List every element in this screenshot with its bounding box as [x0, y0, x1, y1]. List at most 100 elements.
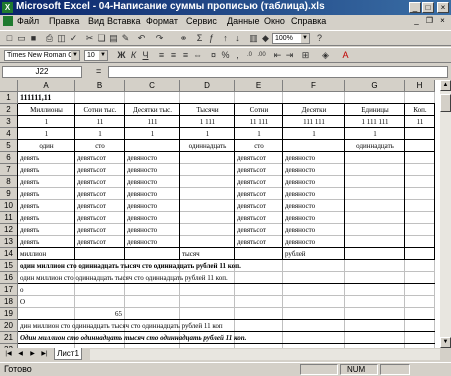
cell-E7[interactable]: девятьсот: [237, 165, 266, 175]
last-sheet-icon[interactable]: ▶|: [40, 350, 49, 359]
row-header-13[interactable]: 13: [0, 236, 18, 248]
cell-A8[interactable]: девять: [20, 177, 39, 187]
column-header-E[interactable]: E: [235, 80, 283, 92]
excel-app-icon[interactable]: X: [2, 2, 13, 13]
redo-icon[interactable]: ↷: [154, 33, 165, 44]
cell-A7[interactable]: девять: [20, 165, 39, 175]
sort-desc-icon[interactable]: ↓: [232, 33, 243, 44]
row-header-10[interactable]: 10: [0, 200, 18, 212]
new-icon[interactable]: □: [4, 33, 15, 44]
bold-icon[interactable]: Ж: [116, 50, 127, 61]
cell-D3[interactable]: 1 111: [180, 117, 235, 127]
row-header-5[interactable]: 5: [0, 140, 18, 152]
function-icon[interactable]: ƒ: [206, 33, 217, 44]
cell-E12[interactable]: девятьсот: [237, 225, 266, 235]
menu-file[interactable]: Файл: [17, 16, 39, 26]
italic-icon[interactable]: К: [128, 50, 139, 61]
zoom-select[interactable]: 100% ▼: [272, 33, 310, 44]
underline-icon[interactable]: Ч: [140, 50, 151, 61]
chart-wizard-icon[interactable]: ▥: [248, 33, 259, 44]
cell-F9[interactable]: девяносто: [285, 189, 315, 199]
cell-G3[interactable]: 1 111 111: [345, 117, 405, 127]
cell-C8[interactable]: девяносто: [127, 177, 157, 187]
row-header-17[interactable]: 17: [0, 284, 18, 296]
row-header-1[interactable]: 1: [0, 92, 18, 104]
cell-B9[interactable]: девятьсот: [77, 189, 106, 199]
cell-A16[interactable]: один миллион сто одиннадцать тысяч сто о…: [20, 273, 228, 283]
cell-D2[interactable]: Тысячи: [180, 105, 235, 115]
cell-F4[interactable]: 1: [283, 129, 345, 139]
cell-C4[interactable]: 1: [125, 129, 180, 139]
cell-D14[interactable]: тысяч: [182, 249, 200, 259]
row-header-21[interactable]: 21: [0, 332, 18, 344]
doc-close-button[interactable]: ×: [437, 16, 448, 26]
sort-asc-icon[interactable]: ↑: [220, 33, 231, 44]
cell-B12[interactable]: девятьсот: [77, 225, 106, 235]
row-header-8[interactable]: 8: [0, 176, 18, 188]
row-header-2[interactable]: 2: [0, 104, 18, 116]
menu-tools[interactable]: Сервис: [186, 16, 217, 26]
cell-E9[interactable]: девятьсот: [237, 189, 266, 199]
cell-F10[interactable]: девяносто: [285, 201, 315, 211]
cell-A10[interactable]: девять: [20, 201, 39, 211]
cell-C9[interactable]: девяносто: [127, 189, 157, 199]
select-all-corner[interactable]: [0, 80, 18, 92]
cell-C11[interactable]: девяносто: [127, 213, 157, 223]
cell-B19[interactable]: 65: [75, 309, 122, 319]
row-header-20[interactable]: 20: [0, 320, 18, 332]
cell-A21[interactable]: Один миллион сто одиннадцать тысяч сто о…: [20, 333, 246, 343]
cell-C10[interactable]: девяносто: [127, 201, 157, 211]
horizontal-scrollbar[interactable]: [90, 349, 440, 360]
cell-D4[interactable]: 1: [180, 129, 235, 139]
comma-icon[interactable]: ,: [232, 50, 243, 61]
close-button[interactable]: ×: [437, 2, 449, 13]
minimize-button[interactable]: _: [409, 2, 421, 13]
column-header-H[interactable]: H: [405, 80, 435, 92]
row-header-11[interactable]: 11: [0, 212, 18, 224]
cell-D5[interactable]: одиннадцать: [180, 141, 235, 151]
cell-F13[interactable]: девяносто: [285, 237, 315, 247]
row-header-16[interactable]: 16: [0, 272, 18, 284]
hyperlink-icon[interactable]: ⚭: [178, 33, 189, 44]
column-header-B[interactable]: B: [75, 80, 125, 92]
cell-A15[interactable]: один миллион сто одиннадцать тысяч сто о…: [20, 261, 241, 271]
cell-B3[interactable]: 11: [75, 117, 125, 127]
cell-F2[interactable]: Десятки: [283, 105, 345, 115]
column-header-G[interactable]: G: [345, 80, 405, 92]
row-header-12[interactable]: 12: [0, 224, 18, 236]
undo-icon[interactable]: ↶: [136, 33, 147, 44]
format-painter-icon[interactable]: ✎: [120, 33, 131, 44]
doc-minimize-button[interactable]: _: [411, 16, 422, 26]
cell-A20[interactable]: дин миллион сто одиннадцать тысяч сто од…: [20, 321, 223, 331]
merge-center-icon[interactable]: ⇔: [192, 50, 203, 61]
font-color-icon[interactable]: A: [340, 50, 351, 61]
borders-icon[interactable]: ⊞: [300, 50, 311, 61]
cell-E2[interactable]: Сотни: [235, 105, 283, 115]
open-icon[interactable]: ▭: [16, 33, 27, 44]
cell-F7[interactable]: девяносто: [285, 165, 315, 175]
cell-A17[interactable]: о: [20, 285, 24, 295]
menu-edit[interactable]: Правка: [49, 16, 79, 26]
cell-E13[interactable]: девятьсот: [237, 237, 266, 247]
column-header-F[interactable]: F: [283, 80, 345, 92]
cell-B2[interactable]: Сотни тыс.: [75, 105, 125, 115]
cell-B11[interactable]: девятьсот: [77, 213, 106, 223]
align-center-icon[interactable]: ≡: [168, 50, 179, 61]
scroll-down-icon[interactable]: ▼: [440, 337, 451, 348]
cell-B8[interactable]: девятьсот: [77, 177, 106, 187]
menu-help[interactable]: Справка: [291, 16, 326, 26]
cell-F3[interactable]: 111 111: [283, 117, 345, 127]
menu-format[interactable]: Формат: [146, 16, 178, 26]
cell-C3[interactable]: 111: [125, 117, 180, 127]
column-header-D[interactable]: D: [180, 80, 235, 92]
autosum-icon[interactable]: Σ: [194, 33, 205, 44]
cell-B10[interactable]: девятьсот: [77, 201, 106, 211]
copy-icon[interactable]: ❏: [96, 33, 107, 44]
sheet-tab-1[interactable]: Лист1: [54, 348, 82, 360]
print-icon[interactable]: ⎙: [44, 33, 55, 44]
row-header-6[interactable]: 6: [0, 152, 18, 164]
decrease-decimal-icon[interactable]: .00: [256, 50, 267, 61]
cell-A9[interactable]: девять: [20, 189, 39, 199]
cell-B13[interactable]: девятьсот: [77, 237, 106, 247]
cell-C2[interactable]: Десятки тыс.: [125, 105, 180, 115]
